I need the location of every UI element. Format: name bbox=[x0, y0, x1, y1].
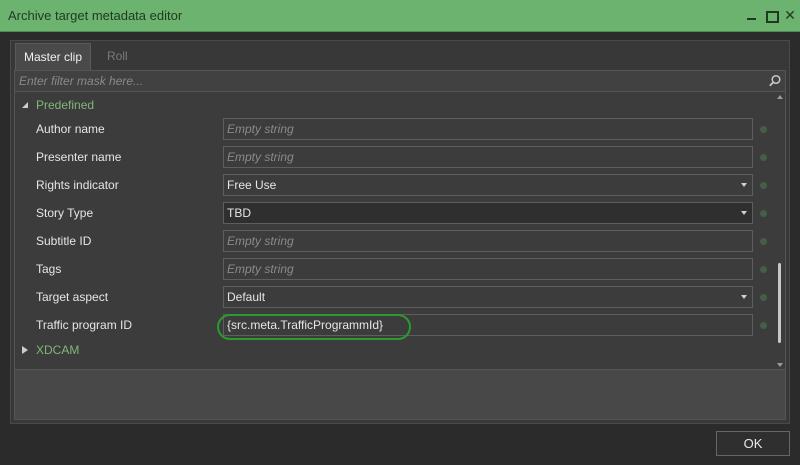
select-value: Default bbox=[227, 290, 266, 304]
property-row-story-type: Story Type TBD bbox=[15, 199, 785, 227]
select-value: TBD bbox=[227, 206, 251, 220]
filter-bar bbox=[15, 71, 785, 92]
title-bar: Archive target metadata editor ✕ bbox=[0, 0, 800, 32]
status-dot-icon bbox=[760, 126, 767, 133]
chevron-down-icon[interactable] bbox=[741, 211, 747, 215]
status-dot-icon bbox=[760, 210, 767, 217]
filter-input[interactable] bbox=[15, 71, 755, 91]
story-type-select[interactable]: TBD bbox=[223, 202, 753, 224]
property-grid: Predefined Author name Empty string Pres… bbox=[15, 93, 785, 369]
property-row-subtitle-id: Subtitle ID Empty string bbox=[15, 227, 785, 255]
status-dot-icon bbox=[760, 322, 767, 329]
select-value: Free Use bbox=[227, 178, 277, 192]
dialog-body: Master clip Roll Predefined Author name … bbox=[0, 32, 800, 465]
window-title: Archive target metadata editor bbox=[8, 8, 183, 23]
target-aspect-select[interactable]: Default bbox=[223, 286, 753, 308]
property-row-tags: Tags Empty string bbox=[15, 255, 785, 283]
property-row-traffic-program-id: Traffic program ID {src.meta.TrafficProg… bbox=[15, 311, 785, 340]
presenter-name-field[interactable]: Empty string bbox=[223, 146, 753, 168]
property-row-author-name: Author name Empty string bbox=[15, 115, 785, 143]
group-xdcam[interactable]: XDCAM bbox=[15, 340, 315, 360]
group-label: Predefined bbox=[36, 98, 95, 112]
property-row-target-aspect: Target aspect Default bbox=[15, 283, 785, 311]
maximize-icon[interactable] bbox=[763, 7, 779, 23]
tab-roll[interactable]: Roll bbox=[99, 43, 136, 70]
group-label: XDCAM bbox=[36, 343, 80, 357]
property-row-presenter-name: Presenter name Empty string bbox=[15, 143, 785, 171]
status-dot-icon bbox=[760, 238, 767, 245]
scroll-down-icon[interactable] bbox=[777, 363, 783, 367]
description-area bbox=[15, 369, 785, 419]
scroll-thumb[interactable] bbox=[778, 263, 781, 343]
property-label: Tags bbox=[36, 262, 62, 276]
close-icon[interactable]: ✕ bbox=[782, 7, 798, 23]
scroll-up-icon[interactable] bbox=[777, 95, 783, 99]
status-dot-icon bbox=[760, 182, 767, 189]
chevron-down-icon[interactable] bbox=[741, 295, 747, 299]
vertical-scrollbar[interactable] bbox=[776, 93, 785, 369]
minimize-icon[interactable] bbox=[744, 7, 760, 23]
rights-indicator-select[interactable]: Free Use bbox=[223, 174, 753, 196]
tab-master-clip[interactable]: Master clip bbox=[15, 43, 92, 70]
property-label: Traffic program ID bbox=[36, 318, 133, 332]
expand-arrow-icon[interactable] bbox=[22, 102, 28, 108]
property-label: Target aspect bbox=[36, 290, 109, 304]
property-label: Author name bbox=[36, 122, 105, 136]
search-icon[interactable] bbox=[768, 74, 782, 88]
property-label: Rights indicator bbox=[36, 178, 119, 192]
traffic-program-id-field[interactable]: {src.meta.TrafficProgrammId} bbox=[223, 314, 753, 336]
subtitle-id-field[interactable]: Empty string bbox=[223, 230, 753, 252]
expand-arrow-icon[interactable] bbox=[22, 346, 28, 354]
chevron-down-icon[interactable] bbox=[741, 183, 747, 187]
property-row-rights-indicator: Rights indicator Free Use bbox=[15, 171, 785, 199]
author-name-field[interactable]: Empty string bbox=[223, 118, 753, 140]
status-dot-icon bbox=[760, 294, 767, 301]
property-panel: Predefined Author name Empty string Pres… bbox=[14, 70, 786, 420]
tags-field[interactable]: Empty string bbox=[223, 258, 753, 280]
ok-button[interactable]: OK bbox=[716, 431, 790, 456]
status-dot-icon bbox=[760, 154, 767, 161]
property-label: Presenter name bbox=[36, 150, 122, 164]
property-label: Story Type bbox=[36, 206, 94, 220]
property-label: Subtitle ID bbox=[36, 234, 92, 248]
tabs-panel: Master clip Roll Predefined Author name … bbox=[10, 40, 790, 424]
status-dot-icon bbox=[760, 266, 767, 273]
group-predefined[interactable]: Predefined bbox=[15, 95, 315, 115]
